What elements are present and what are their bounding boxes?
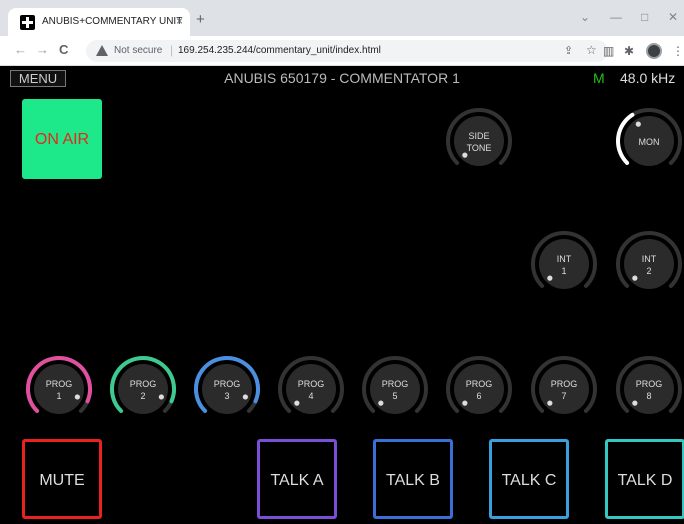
prog-6-knob[interactable]: PROG 6 xyxy=(444,354,514,424)
knob-sublabel: 5 xyxy=(392,391,398,401)
knob-label: PROG xyxy=(381,379,409,389)
favicon-icon xyxy=(20,15,35,30)
url-text[interactable]: 169.254.235.244/commentary_unit/index.ht… xyxy=(178,45,381,56)
mode-indicator: M xyxy=(593,70,605,86)
mute-button[interactable]: MUTE xyxy=(22,439,102,519)
knob-label: PROG xyxy=(213,379,241,389)
on-air-button[interactable]: ON AIR xyxy=(22,99,102,179)
browser-tab-strip: ANUBIS+COMMENTARY UNIT × + ⌄ — □ ✕ xyxy=(0,0,684,36)
knob-label: PROG xyxy=(129,379,157,389)
prog-7-knob[interactable]: PROG 7 xyxy=(529,354,599,424)
talk-d-button[interactable]: TALK D xyxy=(605,439,684,519)
reading-list-icon[interactable]: ▥ xyxy=(603,44,614,58)
knob-label: PROG xyxy=(297,379,325,389)
profile-avatar[interactable] xyxy=(646,43,662,59)
prog-4-knob[interactable]: PROG 4 xyxy=(276,354,346,424)
knob-sublabel: 2 xyxy=(140,391,146,401)
device-title: ANUBIS 650179 - COMMENTATOR 1 xyxy=(224,70,460,86)
knob-label: INT xyxy=(556,254,572,264)
sample-rate: 48.0 kHz xyxy=(620,70,676,86)
knob-pointer xyxy=(635,121,641,127)
security-label[interactable]: Not secure xyxy=(114,45,162,56)
prog-1-knob[interactable]: PROG 1 xyxy=(24,354,94,424)
prog-8-knob[interactable]: PROG 8 xyxy=(614,354,684,424)
talk-c-label: TALK C xyxy=(501,472,557,489)
int-2-knob[interactable]: INT 2 xyxy=(614,229,684,299)
knob-label: PROG xyxy=(550,379,578,389)
knob-sublabel: 1 xyxy=(56,391,62,401)
back-icon[interactable]: ← xyxy=(14,43,27,57)
address-separator: | xyxy=(170,43,174,57)
knob-sublabel: 8 xyxy=(646,391,652,401)
extensions-icon[interactable]: ✱ xyxy=(624,44,634,58)
knob-sublabel: 2 xyxy=(646,266,652,276)
knob-label: PROG xyxy=(635,379,663,389)
prog-2-knob[interactable]: PROG 2 xyxy=(108,354,178,424)
int-1-knob[interactable]: INT 1 xyxy=(529,229,599,299)
browser-toolbar: ← → C Not secure | 169.254.235.244/comme… xyxy=(0,36,684,66)
bookmark-star-icon[interactable]: ☆ xyxy=(586,43,597,57)
address-bar[interactable]: Not secure | 169.254.235.244/commentary_… xyxy=(86,40,608,62)
knob-sublabel: 6 xyxy=(476,391,482,401)
mon-knob[interactable]: MON xyxy=(614,106,684,176)
talk-a-label: TALK A xyxy=(270,472,324,489)
knob-label: INT xyxy=(641,254,657,264)
on-air-label: ON AIR xyxy=(34,131,90,148)
talk-c-button[interactable]: TALK C xyxy=(489,439,569,519)
knob-sublabel: 4 xyxy=(308,391,314,401)
prog-5-knob[interactable]: PROG 5 xyxy=(360,354,430,424)
knob-label: PROG xyxy=(465,379,493,389)
warning-icon[interactable] xyxy=(96,45,108,56)
browser-tab[interactable]: ANUBIS+COMMENTARY UNIT × xyxy=(8,8,190,36)
knob-sublabel: 7 xyxy=(561,391,567,401)
menu-button[interactable]: MENU xyxy=(10,70,66,87)
talk-d-label: TALK D xyxy=(617,472,673,489)
tab-close-icon[interactable]: × xyxy=(176,14,183,28)
close-window-icon[interactable]: ✕ xyxy=(668,10,678,24)
maximize-icon[interactable]: □ xyxy=(641,10,648,24)
share-icon[interactable]: ⇪ xyxy=(564,44,573,57)
knob-label: SIDE xyxy=(468,131,490,141)
talk-b-button[interactable]: TALK B xyxy=(373,439,453,519)
knob-label: PROG xyxy=(45,379,73,389)
browser-menu-icon[interactable]: ⋮ xyxy=(672,44,684,58)
knob-label: MON xyxy=(638,137,660,147)
forward-icon[interactable]: → xyxy=(36,43,49,57)
new-tab-icon[interactable]: + xyxy=(196,12,205,27)
minimize-icon[interactable]: — xyxy=(610,10,622,24)
side-tone-knob[interactable]: SIDE TONE xyxy=(444,106,514,176)
knob-sublabel: 1 xyxy=(561,266,567,276)
tab-title: ANUBIS+COMMENTARY UNIT xyxy=(42,16,183,27)
prog-3-knob[interactable]: PROG 3 xyxy=(192,354,262,424)
tab-search-icon[interactable]: ⌄ xyxy=(580,10,590,24)
mute-label: MUTE xyxy=(39,472,85,489)
reload-icon[interactable]: C xyxy=(59,43,68,57)
knob-sublabel: 3 xyxy=(224,391,230,401)
commentary-unit-app: MENU ANUBIS 650179 - COMMENTATOR 1 M 48.… xyxy=(0,67,684,524)
talk-a-button[interactable]: TALK A xyxy=(257,439,337,519)
knob-sublabel: TONE xyxy=(466,143,492,153)
talk-b-label: TALK B xyxy=(386,472,440,489)
